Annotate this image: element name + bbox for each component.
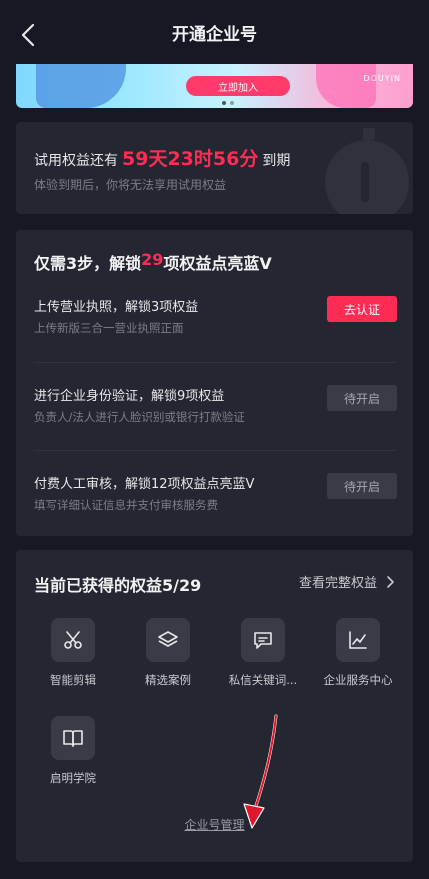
divider [34,362,397,363]
pending-button[interactable]: 待开启 [327,473,397,499]
banner-illustration-left [36,64,126,108]
right-item-academy[interactable]: 启明学院 [28,716,118,796]
banner-brand: DOUYIN [363,74,401,83]
right-item-label: 智能剪辑 [50,673,96,687]
chevron-right-icon [387,575,394,588]
page-title: 开通企业号 [172,24,257,45]
pending-button[interactable]: 待开启 [327,385,397,411]
trial-countdown: 试用权益还有 59天23时56分 到期 [34,144,290,171]
trial-card: 试用权益还有 59天23时56分 到期 体验到期后，你将无法享用试用权益 [16,122,413,214]
right-item-smart-edit[interactable]: 智能剪辑 [28,618,118,698]
step-name: 进行企业身份验证，解锁9项权益 [34,389,225,404]
right-item-label: 企业服务中心 [323,673,393,687]
banner-indicator-active [222,101,226,105]
right-item-label: 私信关键词... [228,673,298,687]
step-name: 上传营业执照，解锁3项权益 [34,300,199,315]
rights-title: 当前已获得的权益5/29 [34,576,202,595]
trial-subtitle: 体验到期后，你将无法享用试用权益 [34,178,227,192]
layers-icon [146,618,190,662]
step-desc: 填写详细认证信息并支付审核服务费 [34,498,218,512]
back-arrow-icon[interactable] [14,20,44,50]
book-icon [51,716,95,760]
right-item-service-center[interactable]: 企业服务中心 [313,618,403,698]
steps-title: 仅需3步，解锁 29 项权益点亮蓝V [34,250,272,274]
promo-banner[interactable]: 立即加入 DOUYIN [16,64,413,108]
view-all-rights-label: 查看完整权益 [298,576,377,591]
view-all-rights-link[interactable]: 查看完整权益 [299,572,397,591]
trial-suffix: 到期 [262,153,291,169]
right-item-label: 精选案例 [145,673,191,687]
step-item: 上传营业执照，解锁3项权益 上传新版三合一营业执照正面 去认证 [34,296,397,356]
message-icon [241,618,285,662]
steps-title-num: 29 [141,250,164,269]
step-desc: 负责人/法人进行人脸识别或银行打款验证 [34,410,245,424]
trial-time: 59天23时56分 [122,148,259,170]
step-item: 付费人工审核，解锁12项权益点亮蓝V 填写详细认证信息并支付审核服务费 待开启 [34,473,397,533]
enterprise-manage-link[interactable]: 企业号管理 [16,816,413,833]
right-item-label: 启明学院 [50,771,96,785]
steps-title-pre: 仅需3步，解锁 [34,254,142,273]
verify-button[interactable]: 去认证 [327,296,397,322]
rights-card: 当前已获得的权益5/29 查看完整权益 智能剪辑 精选案例 私信关键词... 企… [16,550,413,862]
chart-icon [336,618,380,662]
right-item-dm-keywords[interactable]: 私信关键词... [218,618,308,698]
top-bar: 开通企业号 [0,0,429,64]
steps-card: 仅需3步，解锁 29 项权益点亮蓝V 上传营业执照，解锁3项权益 上传新版三合一… [16,230,413,536]
banner-indicator [230,101,234,105]
steps-title-post: 项权益点亮蓝V [163,254,272,273]
divider [34,450,397,451]
right-item-cases[interactable]: 精选案例 [123,618,213,698]
step-item: 进行企业身份验证，解锁9项权益 负责人/法人进行人脸识别或银行打款验证 待开启 [34,385,397,445]
scissors-icon [51,618,95,662]
join-now-button[interactable]: 立即加入 [186,76,290,96]
banner-illustration-right [316,64,376,108]
stopwatch-hand [361,162,369,202]
step-desc: 上传新版三合一营业执照正面 [34,321,184,335]
step-name: 付费人工审核，解锁12项权益点亮蓝V [34,477,255,492]
stopwatch-crown [363,128,375,140]
trial-prefix: 试用权益还有 [34,153,118,169]
